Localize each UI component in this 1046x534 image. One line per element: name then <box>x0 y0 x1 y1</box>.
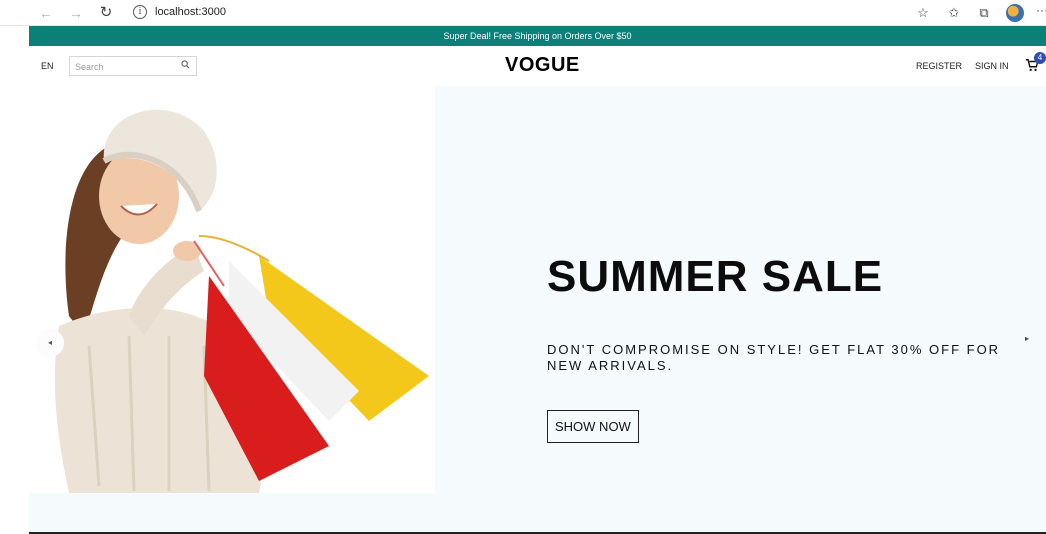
browser-toolbar: ← → ↻ i localhost:3000 ☆ ✩ ⧉ ··· <box>0 0 1046 26</box>
info-icon[interactable]: i <box>133 5 147 19</box>
favorites-icon[interactable]: ✩ <box>945 4 963 22</box>
site-navbar: EN VOGUE REGISTER SIGN IN <box>29 46 1046 86</box>
slider-next-button[interactable]: ▸ <box>1025 334 1029 343</box>
hero-title: SUMMER SALE <box>547 252 884 301</box>
hero-content: SUMMER SALE DON'T COMPROMISE ON STYLE! G… <box>547 252 1027 443</box>
profile-avatar[interactable] <box>1006 4 1024 22</box>
forward-button[interactable]: → <box>66 3 86 23</box>
reload-button[interactable]: ↻ <box>96 3 116 23</box>
hero-image <box>29 86 435 493</box>
language-selector[interactable]: EN <box>41 61 54 71</box>
search-input[interactable] <box>70 58 170 76</box>
hero-slider: ◂ SUMMER SALE DON'T COMPROMISE ON STYLE!… <box>29 86 1046 534</box>
cart-count-badge: 4 <box>1034 52 1046 64</box>
back-button[interactable]: ← <box>36 3 56 23</box>
sign-in-link[interactable]: SIGN IN <box>975 61 1009 71</box>
show-now-button[interactable]: SHOW NOW <box>547 410 639 443</box>
favorite-add-icon[interactable]: ☆ <box>914 4 932 22</box>
slider-prev-button[interactable]: ◂ <box>36 329 64 357</box>
site-logo[interactable]: VOGUE <box>505 54 580 77</box>
address-bar[interactable]: localhost:3000 <box>155 6 226 18</box>
register-link[interactable]: REGISTER <box>916 61 962 71</box>
announcement-bar: Super Deal! Free Shipping on Orders Over… <box>29 26 1046 46</box>
collections-icon[interactable]: ⧉ <box>975 4 993 22</box>
search-container <box>69 56 197 76</box>
hero-description: DON'T COMPROMISE ON STYLE! GET FLAT 30% … <box>547 342 1001 373</box>
search-icon[interactable] <box>181 60 190 71</box>
more-menu-icon[interactable]: ··· <box>1036 3 1046 17</box>
